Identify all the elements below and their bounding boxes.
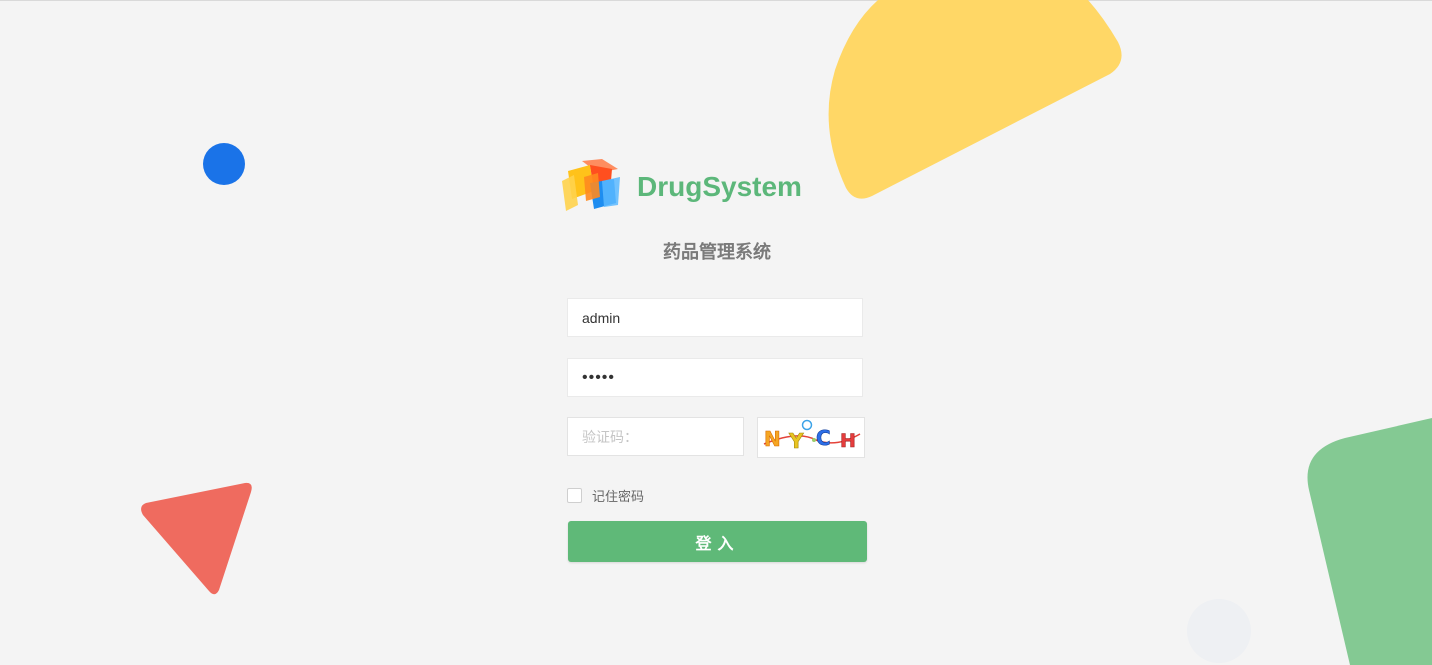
captcha-graphic: N Y C H	[764, 419, 861, 453]
remember-password-checkbox[interactable]	[567, 487, 582, 503]
remember-password-row: 记住密码	[567, 486, 644, 504]
red-triangle-shape	[141, 482, 252, 595]
green-quad-shape	[1307, 418, 1432, 665]
svg-text:C: C	[816, 426, 831, 450]
yellow-semicircle-shape	[828, 0, 1122, 199]
svg-text:N: N	[764, 427, 781, 451]
password-input[interactable]: •••••	[567, 358, 863, 397]
brand-header: DrugSystem	[560, 155, 870, 217]
app-name: DrugSystem	[637, 171, 802, 202]
remember-password-label[interactable]: 记住密码	[592, 486, 644, 505]
captcha-image[interactable]: N Y C H	[757, 417, 865, 458]
svg-text:Y: Y	[788, 429, 804, 453]
cube-logo-icon	[562, 159, 620, 211]
blue-dot-shape	[203, 143, 245, 185]
faint-circle-shape	[1187, 599, 1251, 663]
svg-text:H: H	[840, 430, 856, 452]
page-subtitle: 药品管理系统	[663, 242, 771, 262]
username-input[interactable]: admin	[567, 298, 863, 337]
login-button[interactable]: 登入	[568, 521, 867, 562]
captcha-input[interactable]: 验证码：	[567, 417, 744, 456]
